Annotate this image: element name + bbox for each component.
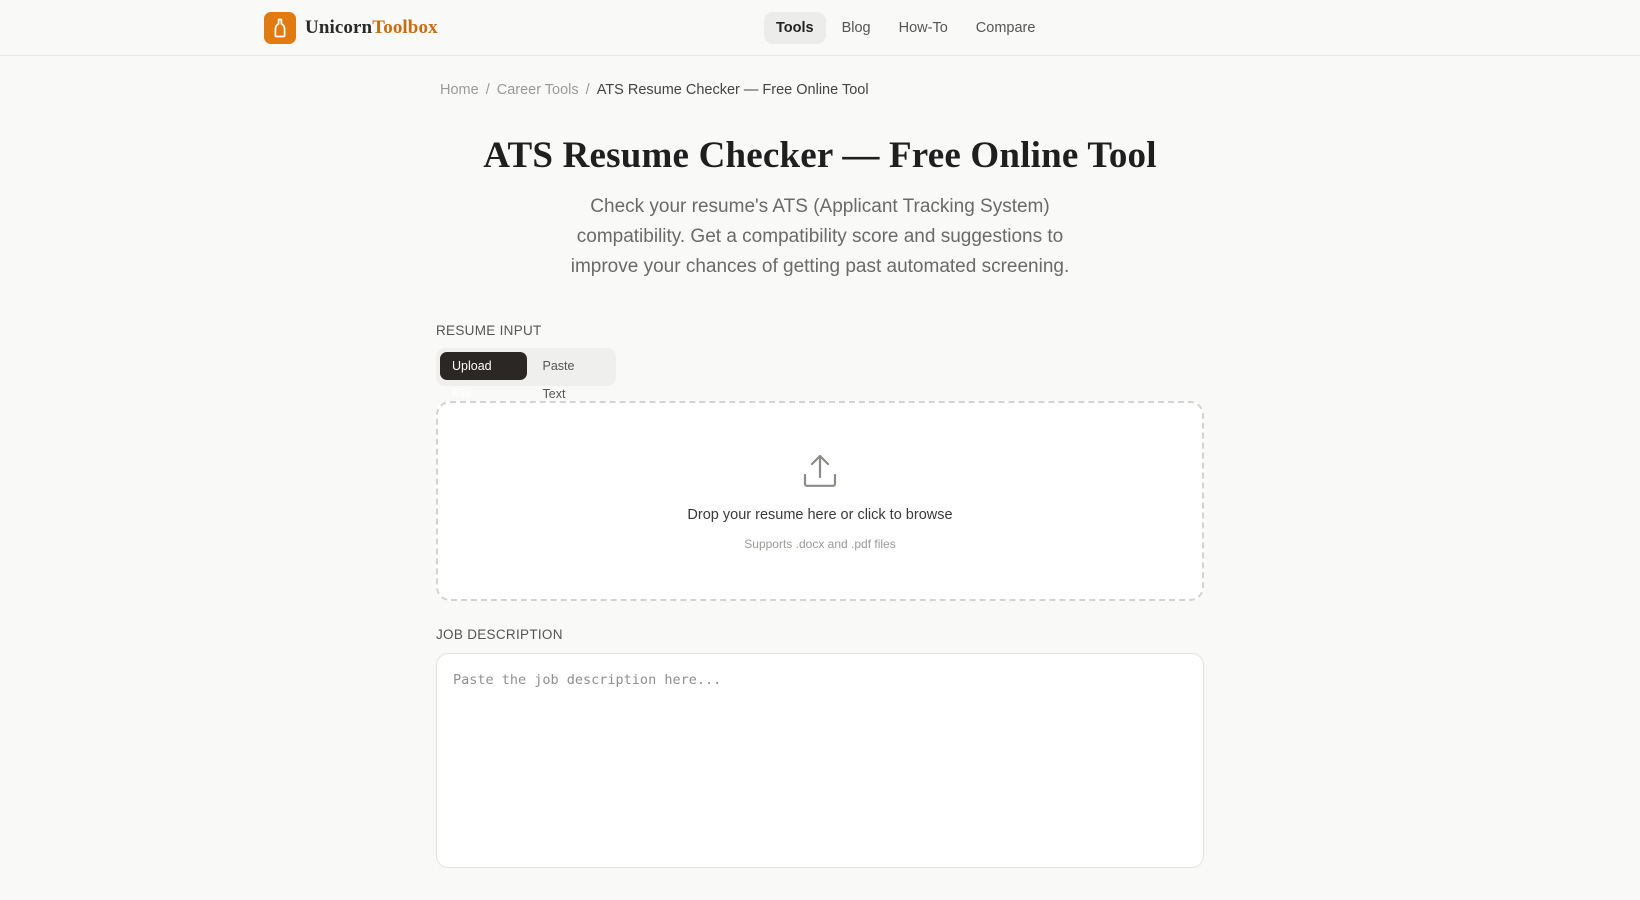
top-navbar: UnicornToolbox Tools Blog How-To Compare <box>0 0 1640 56</box>
job-description-input[interactable] <box>436 653 1204 868</box>
nav-blog[interactable]: Blog <box>830 12 883 44</box>
brand-name: UnicornToolbox <box>305 17 438 38</box>
breadcrumb-separator: / <box>585 82 590 98</box>
upload-file-tab[interactable]: Upload File <box>440 352 527 401</box>
brand-logo[interactable]: UnicornToolbox <box>264 12 438 44</box>
nav-how-to[interactable]: How-To <box>887 12 960 44</box>
breadcrumb-separator: / <box>485 82 490 98</box>
dropzone-subtext: Supports .docx and .pdf files <box>744 537 896 551</box>
resume-dropzone[interactable]: Drop your resume here or click to browse… <box>436 401 1204 601</box>
breadcrumb-career-tools[interactable]: Career Tools <box>497 82 579 98</box>
breadcrumb: Home / Career Tools / ATS Resume Checker… <box>440 82 869 98</box>
bottle-icon <box>264 12 296 44</box>
resume-input-mode-toggle: Upload File Paste Text <box>436 348 616 401</box>
upload-icon <box>802 453 838 494</box>
resume-input-label: RESUME INPUT <box>436 323 542 338</box>
breadcrumb-home[interactable]: Home <box>440 82 479 98</box>
main-nav: Tools Blog How-To Compare <box>764 12 1051 44</box>
dropzone-text: Drop your resume here or click to browse <box>687 507 953 523</box>
page-title: ATS Resume Checker — Free Online Tool <box>483 135 1157 176</box>
nav-compare[interactable]: Compare <box>964 12 1048 44</box>
nav-tools[interactable]: Tools <box>764 12 826 44</box>
job-description-label: JOB DESCRIPTION <box>436 627 563 642</box>
page-subtitle: Check your resume's ATS (Applicant Track… <box>570 196 1070 277</box>
paste-text-tab[interactable]: Paste Text <box>531 352 612 401</box>
breadcrumb-current: ATS Resume Checker — Free Online Tool <box>596 82 869 98</box>
